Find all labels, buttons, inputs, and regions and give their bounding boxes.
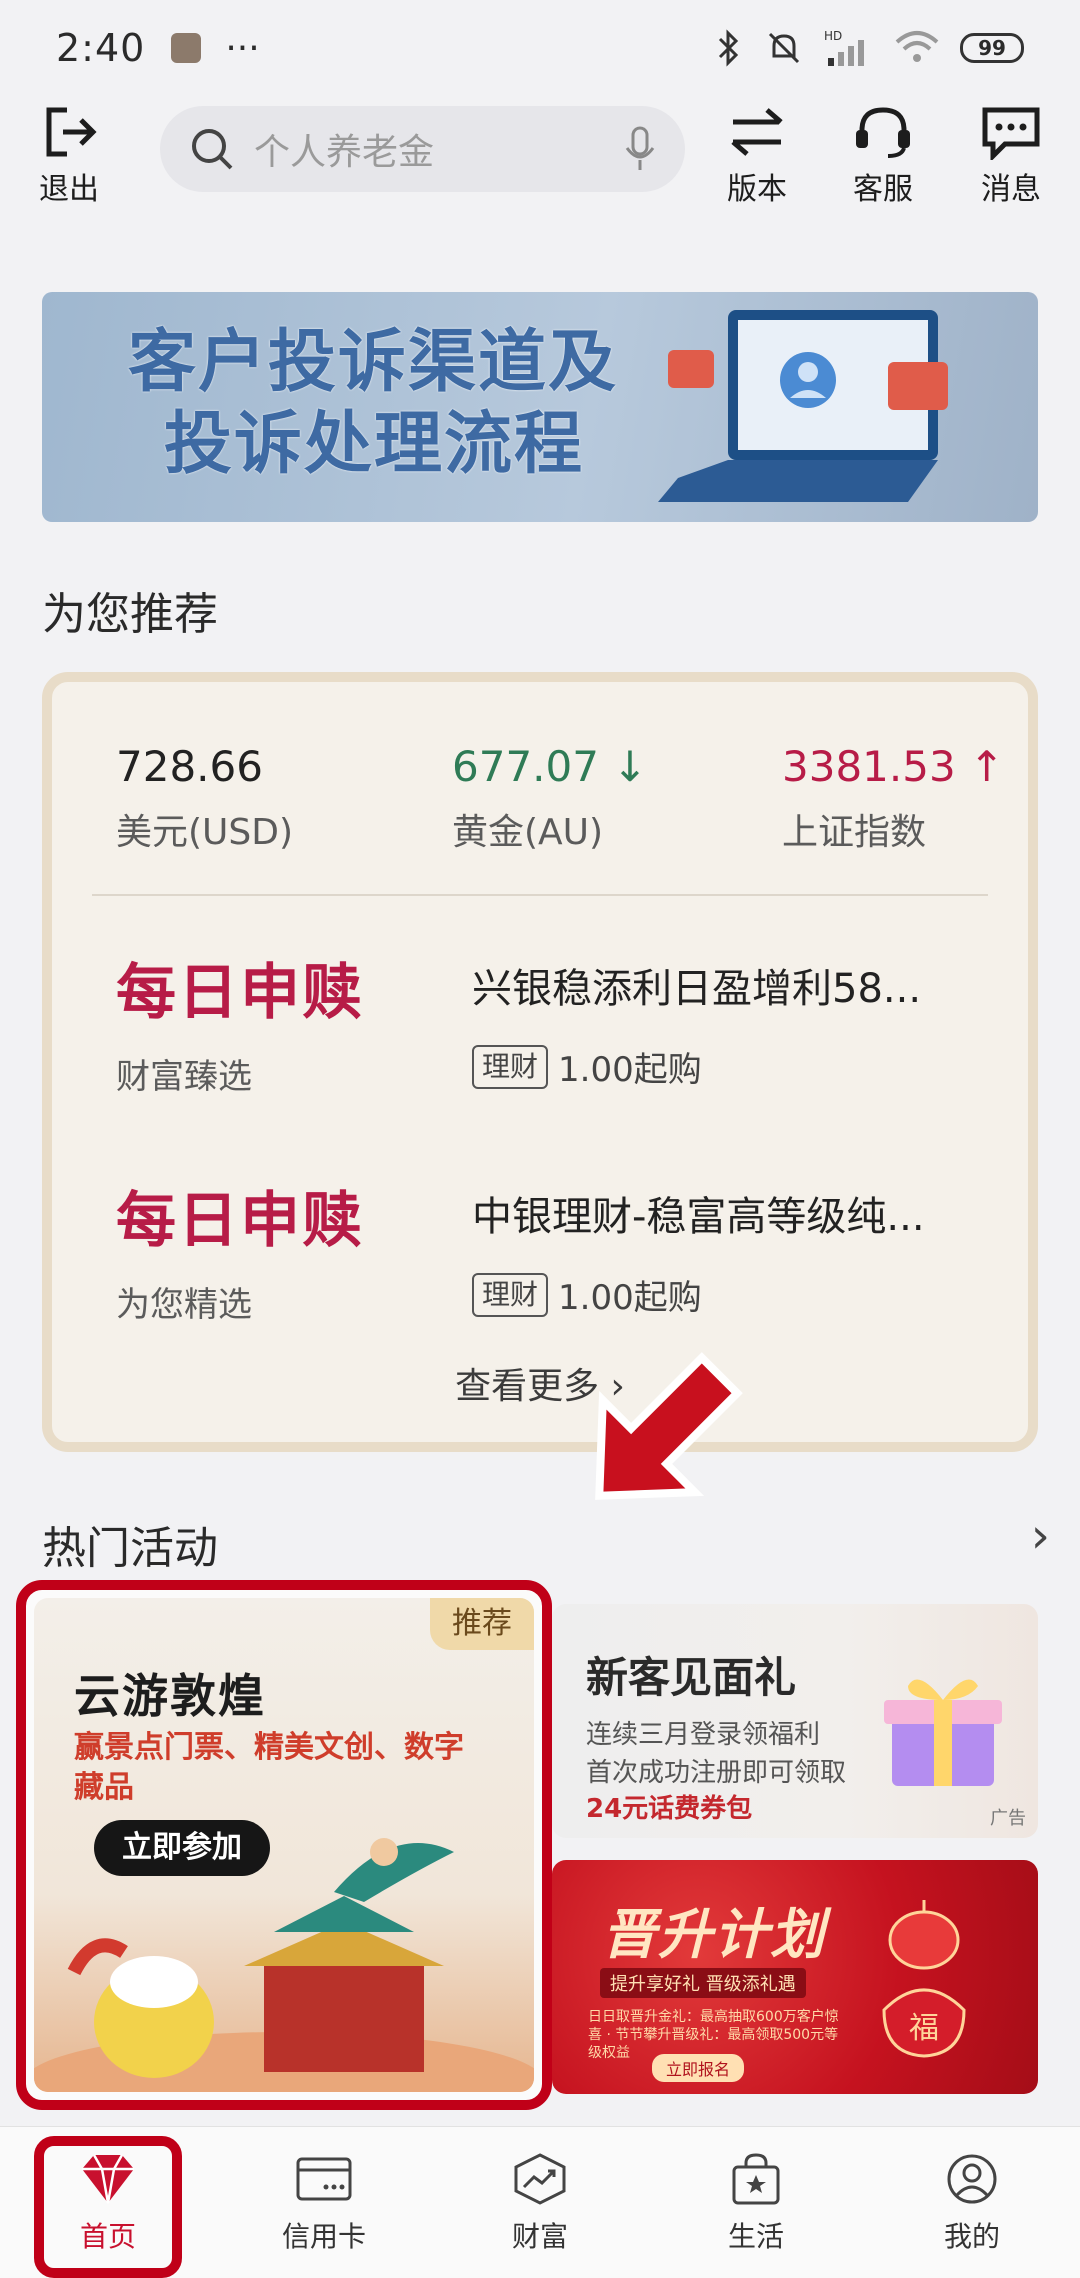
quote-usd[interactable]: 728.66 美元(USD): [116, 742, 293, 855]
dunhuang-illustration-icon: [34, 1838, 534, 2092]
upgrade-slogan: 提升享好礼 晋级添礼遇: [600, 1968, 806, 1998]
banner-title: 客户投诉渠道及 投诉处理流程: [128, 323, 619, 484]
wifi-icon: [895, 31, 939, 62]
product-item[interactable]: 每日申赎 为您精选 中银理财-稳富高等级纯... 理财 1.00起购: [116, 1172, 996, 1326]
exit-button[interactable]: 退出: [24, 96, 114, 208]
lantern-icon: 福: [882, 1900, 966, 2058]
customer-service-label: 客服: [853, 172, 913, 207]
home-highlight-box: [34, 2136, 182, 2278]
recommend-title: 为您推荐: [42, 589, 218, 640]
upgrade-title: 晋升计划: [602, 1903, 826, 1966]
exit-label: 退出: [39, 172, 99, 207]
laptop-illustration-icon: [658, 310, 948, 502]
product-item[interactable]: 每日申赎 财富臻选 兴银稳添利日盈增利58... 理财 1.00起购: [116, 944, 996, 1098]
recommend-badge: 推荐: [430, 1598, 534, 1650]
new-customer-gift-card[interactable]: 新客见面礼 连续三月登录领福利 首次成功注册即可领取 24元话费券包 广告: [552, 1604, 1038, 1838]
battery-icon: 99: [960, 33, 1024, 63]
svg-text:福: 福: [909, 2011, 939, 2046]
product-name: 中银理财-稳富高等级纯...: [472, 1194, 925, 1240]
version-label: 版本: [727, 172, 787, 207]
product-min-amount: 1.00起购: [558, 1050, 702, 1090]
switch-icon: [731, 108, 783, 156]
product-meta: 理财 1.00起购: [472, 1042, 702, 1091]
status-icons: HD 99: [714, 28, 1024, 68]
nav-life[interactable]: 生活: [666, 2127, 846, 2278]
activity-desc: 赢景点门票、精美文创、数字藏品: [74, 1730, 464, 1805]
gift-line1: 连续三月登录领福利: [586, 1720, 821, 1750]
more-notifications-icon: ···: [225, 27, 260, 69]
search-input[interactable]: 个人养老金: [160, 106, 685, 192]
svg-text:HD: HD: [824, 29, 842, 43]
ad-label: 广告: [990, 1808, 1026, 1829]
register-now-button[interactable]: 立即报名: [652, 2054, 745, 2082]
product-name: 兴银稳添利日盈增利58...: [472, 966, 922, 1012]
gift-line2: 首次成功注册即可领取: [586, 1758, 847, 1788]
status-time: 2:40: [56, 26, 146, 70]
top-bar: 退出 个人养老金 版本 客服 消息: [0, 96, 1080, 208]
message-button[interactable]: 消息: [966, 96, 1056, 208]
headset-icon: [856, 107, 910, 158]
search-placeholder: 个人养老金: [254, 132, 435, 173]
upgrade-plan-card[interactable]: 晋升计划 提升享好礼 晋级添礼遇 日日取晋升金礼：最高抽取600万客户惊喜 · …: [552, 1860, 1038, 2094]
product-meta: 理财 1.00起购: [472, 1270, 702, 1319]
exit-icon: [46, 107, 97, 157]
gift-title: 新客见面礼: [586, 1653, 797, 1702]
divider: [92, 894, 988, 896]
activities-chevron-icon[interactable]: ›: [1031, 1508, 1050, 1564]
quote-gold[interactable]: 677.07 ↓ 黄金(AU): [452, 742, 648, 855]
message-icon: [982, 107, 1040, 160]
recommend-card: 728.66 美元(USD) 677.07 ↓ 黄金(AU) 3381.53 ↑…: [42, 672, 1038, 1452]
complaint-banner[interactable]: 客户投诉渠道及 投诉处理流程: [42, 292, 1038, 522]
credit-card-icon: [296, 2157, 352, 2201]
status-bar: 2:40 ··· HD 99: [0, 0, 1080, 96]
shopping-bag-icon: [732, 2153, 780, 2205]
gift-line3: 24元话费券包: [586, 1794, 753, 1824]
message-label: 消息: [981, 172, 1041, 207]
customer-service-button[interactable]: 客服: [838, 96, 928, 208]
nav-wealth[interactable]: 财富: [450, 2127, 630, 2278]
microphone-icon[interactable]: [625, 126, 655, 172]
activity-title: 云游敦煌: [74, 1669, 266, 1723]
product-min-amount: 1.00起购: [558, 1278, 702, 1318]
nav-credit-card[interactable]: 信用卡: [234, 2127, 414, 2278]
view-more-link[interactable]: 查看更多 ›: [52, 1357, 1028, 1409]
activity-dunhuang-card[interactable]: 推荐 云游敦煌 赢景点门票、精美文创、数字藏品 立即参加: [16, 1580, 552, 2110]
version-button[interactable]: 版本: [712, 96, 802, 208]
nav-mine[interactable]: 我的: [882, 2127, 1062, 2278]
product-chip: 理财: [472, 1044, 549, 1089]
app-notification-icon: [171, 33, 202, 63]
pointer-arrow-icon: [595, 1352, 743, 1500]
bluetooth-icon: [718, 29, 739, 67]
activities-title: 热门活动: [42, 1523, 218, 1574]
gift-box-icon: [884, 1679, 1002, 1786]
wealth-chart-icon: [514, 2153, 566, 2205]
search-icon: [192, 129, 233, 170]
user-profile-icon: [947, 2154, 997, 2204]
mute-icon: [768, 32, 800, 64]
product-chip: 理财: [472, 1272, 549, 1317]
signal-icon: HD: [824, 29, 864, 66]
quote-shanghai-index[interactable]: 3381.53 ↑ 上证指数: [782, 742, 1004, 855]
